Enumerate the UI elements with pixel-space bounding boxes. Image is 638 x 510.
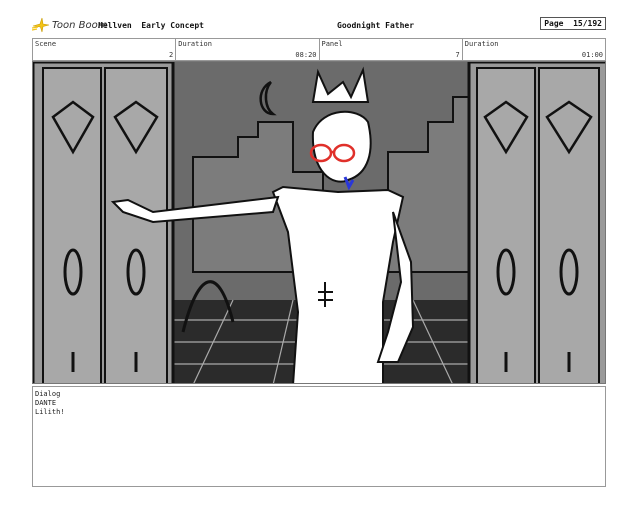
panel-label: Panel xyxy=(321,40,343,48)
scene-cell: Scene 2 xyxy=(32,39,175,60)
panel-value: 7 xyxy=(455,51,460,59)
scene-value: 2 xyxy=(169,51,174,59)
scene-duration-cell: Duration 08:20 xyxy=(175,39,318,60)
dialog-text: Lilith! xyxy=(35,408,65,416)
dialog-box: Dialog DANTE Lilith! xyxy=(32,386,606,487)
storyboard-header: Toon Boom Hellven Early Concept Goodnigh… xyxy=(32,17,606,35)
left-door xyxy=(33,62,175,383)
storyboard-panel-image xyxy=(32,61,606,384)
scene-duration-label: Duration xyxy=(178,40,212,48)
panel-cell: Panel 7 xyxy=(318,39,462,60)
panel-duration-label: Duration xyxy=(464,40,499,48)
panel-sketch xyxy=(33,62,605,383)
page-indicator: Page 15/192 xyxy=(540,17,606,30)
panel-duration-cell: Duration 01:00 xyxy=(461,39,606,60)
scene-duration-value: 08:20 xyxy=(295,51,317,59)
scene-label: Scene xyxy=(35,40,57,48)
panel-duration-value: 01:00 xyxy=(581,51,603,59)
right-door xyxy=(467,62,605,383)
panel-info-row: Scene 2 Duration 08:20 Panel 7 Duration … xyxy=(32,38,606,61)
toon-boom-logo-icon xyxy=(32,17,50,33)
dialog-speaker: DANTE xyxy=(35,399,57,407)
project-name: Hellven Early Concept xyxy=(98,21,204,30)
sequence-title: Goodnight Father xyxy=(337,21,415,30)
dialog-label: Dialog xyxy=(35,390,61,398)
toon-boom-logo: Toon Boom xyxy=(32,17,107,33)
